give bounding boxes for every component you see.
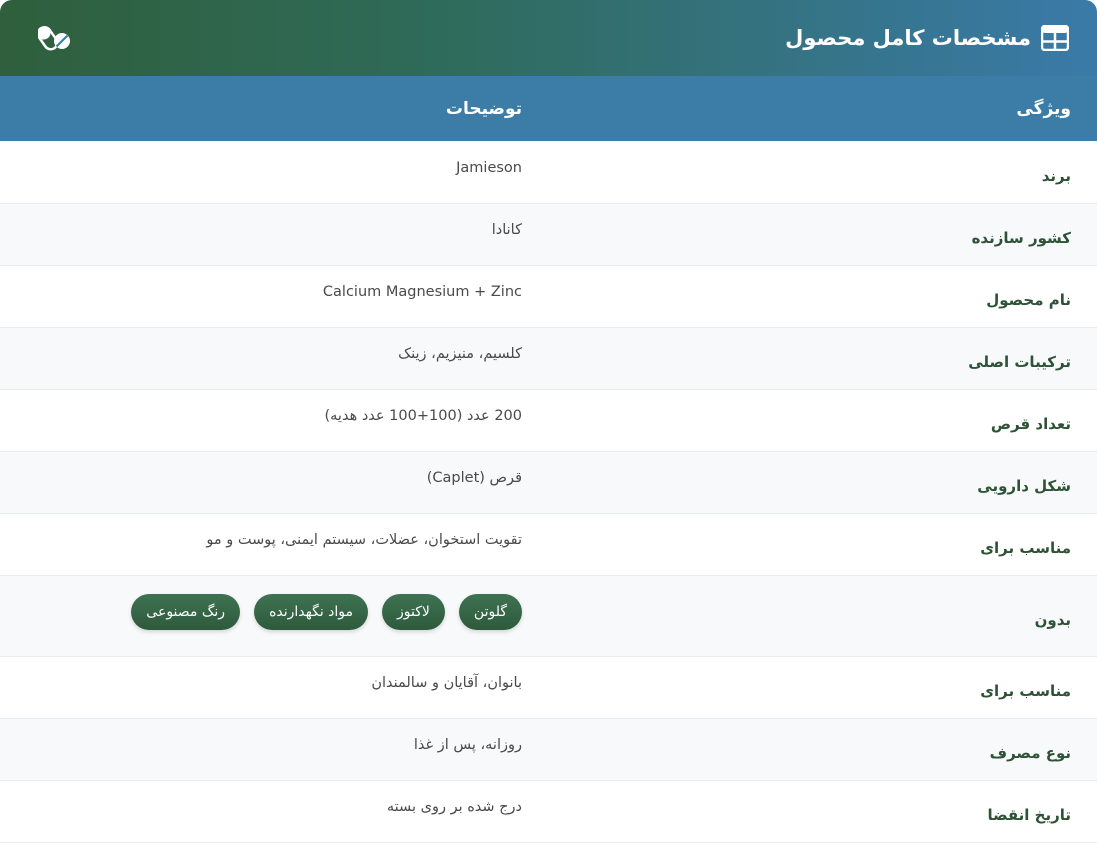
chip-gluten: گلوتن <box>458 593 522 630</box>
row-key: تعداد قرص <box>990 415 1071 433</box>
table-row: بدون گلوتن لاکتوز مواد نگهدارنده رنگ مصن… <box>0 575 1097 656</box>
row-value: Jamieson <box>456 159 522 176</box>
column-header-description: توضیحات <box>445 98 522 119</box>
row-value: کانادا <box>491 222 522 238</box>
table-row: نوع مصرف روزانه، پس از غذا <box>0 718 1097 780</box>
table-icon <box>1040 24 1070 52</box>
table-header-row: ویژگی توضیحات <box>0 76 1097 141</box>
table-row: تاریخ انقضا درج شده بر روی بسته <box>0 780 1097 842</box>
row-key: نام محصول <box>986 291 1071 309</box>
row-value: درج شده بر روی بسته <box>386 799 522 815</box>
specs-table: ویژگی توضیحات برند Jamieson کشور سازنده … <box>0 76 1097 843</box>
table-row: تعداد قرص 200 عدد (100+100 عدد هدیه) <box>0 389 1097 451</box>
pills-icon <box>36 23 72 53</box>
chip-preservatives: مواد نگهدارنده <box>254 593 369 630</box>
row-key: نوع مصرف <box>989 744 1071 762</box>
row-key: تاریخ انقضا <box>987 806 1071 824</box>
row-key: مناسب برای <box>980 539 1071 557</box>
card-header: مشخصات کامل محصول <box>0 0 1097 76</box>
row-value: تقویت استخوان، عضلات، سیستم ایمنی، پوست … <box>206 532 522 548</box>
table-row: ترکیبات اصلی کلسیم، منیزیم، زینک <box>0 327 1097 389</box>
chip-artificial-color: رنگ مصنوعی <box>131 593 241 630</box>
chip-lactose: لاکتوز <box>382 593 445 630</box>
row-key: شکل دارویی <box>977 477 1071 495</box>
row-key: ترکیبات اصلی <box>968 353 1071 371</box>
table-row: مناسب برای تقویت استخوان، عضلات، سیستم ا… <box>0 513 1097 575</box>
row-value: قرص (Caplet) <box>426 470 522 486</box>
page-title: مشخصات کامل محصول <box>785 26 1031 50</box>
row-value: Calcium Magnesium + Zinc <box>322 284 522 300</box>
product-specs-card: مشخصات کامل محصول ویژگی توضیحات برند Jam… <box>0 0 1097 843</box>
free-from-chips: گلوتن لاکتوز مواد نگهدارنده رنگ مصنوعی <box>0 593 522 630</box>
table-row: شکل دارویی قرص (Caplet) <box>0 451 1097 513</box>
table-row: کشور سازنده کانادا <box>0 203 1097 265</box>
row-key: بدون <box>1034 610 1071 629</box>
row-value: بانوان، آقایان و سالمندان <box>371 675 522 691</box>
row-key: کشور سازنده <box>971 229 1071 247</box>
row-key: برند <box>1041 166 1071 185</box>
column-header-feature: ویژگی <box>1016 98 1071 119</box>
row-key: مناسب برای <box>980 682 1071 700</box>
table-row: برند Jamieson <box>0 141 1097 203</box>
header-title-group: مشخصات کامل محصول <box>785 24 1070 52</box>
table-row: مناسب برای بانوان، آقایان و سالمندان <box>0 656 1097 718</box>
table-row: نام محصول Calcium Magnesium + Zinc <box>0 265 1097 327</box>
row-value: روزانه، پس از غذا <box>413 737 522 753</box>
row-value: 200 عدد (100+100 عدد هدیه) <box>324 408 523 424</box>
row-value: کلسیم، منیزیم، زینک <box>398 346 522 362</box>
